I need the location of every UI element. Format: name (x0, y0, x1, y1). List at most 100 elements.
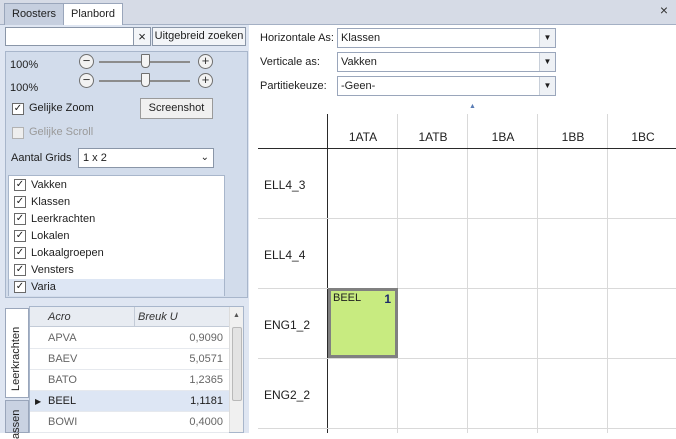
same-scroll-label: Gelijke Scroll (29, 126, 94, 138)
row-pointer-icon: ▶ (35, 397, 42, 406)
grid-line (258, 148, 676, 149)
horizontal-axis-select[interactable]: Klassen ▼ (337, 28, 556, 48)
cell-acro: BAEV (48, 353, 78, 365)
side-tab-klassen[interactable]: assen (5, 400, 29, 439)
table-row[interactable]: ▶ BEEL 1,1181 (30, 391, 229, 412)
row-header[interactable]: ENG2_2 (264, 388, 310, 402)
vertical-zoom-label: 100% (10, 82, 39, 94)
table-row[interactable]: BATO 1,2365 (30, 370, 229, 391)
grid-line (258, 218, 676, 219)
column-header[interactable]: 1BA (468, 130, 538, 144)
table-row[interactable]: APVA 0,9090 (30, 328, 229, 349)
same-zoom-checkbox[interactable]: ✓ (12, 103, 24, 115)
grids-select[interactable]: 1 x 2 ⌄ (78, 148, 214, 168)
checkbox-lokaalgroepen[interactable]: ✓ (14, 247, 26, 259)
checkbox-varia[interactable]: ✓ (14, 281, 26, 293)
horizontal-zoom-label: 100% (10, 59, 39, 71)
vertical-axis-select[interactable]: Vakken ▼ (337, 52, 556, 72)
grid-cell-beel[interactable]: BEEL 1 (328, 288, 398, 358)
zoom-in-vertical-button[interactable]: + (198, 73, 213, 88)
list-item[interactable]: ✓ Vakken (9, 177, 224, 194)
list-item[interactable]: ✓ Klassen (9, 194, 224, 211)
table-row[interactable]: BAEV 5,0571 (30, 349, 229, 370)
dropdown-arrow-icon[interactable]: ▼ (539, 77, 555, 95)
column-header[interactable]: 1BB (538, 130, 608, 144)
row-header[interactable]: ELL4_3 (264, 178, 305, 192)
vertical-axis-label: Verticale as: (260, 56, 320, 68)
grid-line (537, 114, 538, 433)
screenshot-button[interactable]: Screenshot (140, 98, 213, 119)
grid-line (258, 428, 676, 429)
scrollbar-thumb[interactable] (232, 327, 242, 401)
vertical-zoom-thumb[interactable] (141, 73, 150, 87)
dropdown-arrow-icon[interactable]: ▼ (539, 53, 555, 71)
list-item[interactable]: ✓ Varia (9, 279, 224, 296)
list-item-label: Vensters (31, 264, 74, 276)
chevron-down-icon: ⌄ (200, 152, 209, 163)
same-zoom-label: Gelijke Zoom (29, 102, 94, 114)
list-item-label: Klassen (31, 196, 71, 208)
table-scrollbar[interactable]: ▲ (229, 307, 243, 432)
clear-search-button[interactable]: × (133, 27, 151, 46)
dropdown-arrow-icon[interactable]: ▼ (539, 29, 555, 47)
grid-line (467, 114, 468, 433)
layer-list: ✓ Vakken ✓ Klassen ✓ Leerkrachten ✓ Loka… (8, 175, 225, 296)
cell-breuk: 1,2365 (189, 374, 223, 386)
cell-acro: BATO (48, 374, 77, 386)
horizontal-axis-value: Klassen (341, 32, 381, 44)
zoom-out-vertical-button[interactable]: − (79, 73, 94, 88)
scroll-up-icon[interactable]: ▲ (233, 312, 240, 319)
side-tab-label: assen (10, 409, 22, 439)
same-scroll-checkbox[interactable] (12, 127, 24, 139)
column-header-breuk[interactable]: Breuk U (138, 307, 178, 327)
close-icon[interactable]: × (660, 2, 668, 18)
table-row[interactable]: BOWI 0,4000 (30, 412, 229, 433)
checkbox-leerkrachten[interactable]: ✓ (14, 213, 26, 225)
grid-line (258, 358, 676, 359)
zoom-in-horizontal-button[interactable]: + (198, 54, 213, 69)
partition-value: -Geen- (341, 80, 376, 92)
cell-breuk: 5,0571 (189, 353, 223, 365)
tab-planbord[interactable]: Planbord (63, 3, 124, 26)
list-item[interactable]: ✓ Lokaalgroepen (9, 245, 224, 262)
horizontal-axis-label: Horizontale As: (260, 32, 334, 44)
tab-roosters[interactable]: Roosters (4, 3, 65, 25)
tab-strip: Roosters Planbord × (0, 0, 676, 26)
checkbox-klassen[interactable]: ✓ (14, 196, 26, 208)
checkbox-lokalen[interactable]: ✓ (14, 230, 26, 242)
side-tab-leerkrachten[interactable]: Leerkrachten (5, 308, 29, 398)
acro-table: Acro Breuk U APVA 0,9090 BAEV 5,0571 BAT… (29, 306, 244, 433)
checkbox-vensters[interactable]: ✓ (14, 264, 26, 276)
planning-grid: 1ATA 1ATB 1BA 1BB 1BC ELL4_3 ELL4_4 ENG1… (258, 114, 676, 433)
partition-select[interactable]: -Geen- ▼ (337, 76, 556, 96)
partition-label: Partitiekeuze: (260, 80, 327, 92)
cell-breuk: 0,4000 (189, 416, 223, 428)
grid-line (607, 114, 608, 433)
checkbox-vakken[interactable]: ✓ (14, 179, 26, 191)
cell-breuk: 0,9090 (189, 332, 223, 344)
list-item[interactable]: ✓ Lokalen (9, 228, 224, 245)
list-item-label: Vakken (31, 179, 67, 191)
search-input[interactable] (5, 27, 134, 46)
advanced-search-button[interactable]: Uitgebreid zoeken (152, 27, 246, 46)
column-header[interactable]: 1ATB (398, 130, 468, 144)
list-item[interactable]: ✓ Vensters (9, 262, 224, 279)
row-header[interactable]: ELL4_4 (264, 248, 305, 262)
vertical-axis-value: Vakken (341, 56, 377, 68)
collapse-icon[interactable]: ▲ (469, 103, 476, 110)
column-divider (134, 307, 135, 327)
column-header-acro[interactable]: Acro (48, 307, 71, 327)
list-item-label: Lokalen (31, 230, 70, 242)
grid-line (397, 114, 398, 433)
horizontal-zoom-thumb[interactable] (141, 54, 150, 68)
column-header[interactable]: 1BC (608, 130, 676, 144)
list-item-label: Lokaalgroepen (31, 247, 104, 259)
row-header[interactable]: ENG1_2 (264, 318, 310, 332)
list-item-label: Varia (31, 281, 56, 293)
zoom-out-horizontal-button[interactable]: − (79, 54, 94, 69)
list-item[interactable]: ✓ Leerkrachten (9, 211, 224, 228)
grid-line (258, 288, 676, 289)
list-item-label: Leerkrachten (31, 213, 96, 225)
column-header[interactable]: 1ATA (328, 130, 398, 144)
cell-label: BEEL (333, 292, 362, 304)
